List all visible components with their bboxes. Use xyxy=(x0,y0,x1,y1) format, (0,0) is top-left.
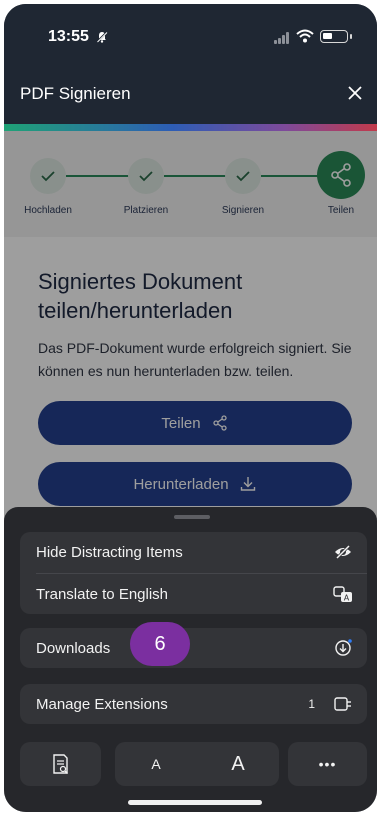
more-options-button[interactable]: ••• xyxy=(288,742,367,786)
mute-bell-icon xyxy=(96,31,108,43)
wifi-icon xyxy=(296,29,314,43)
brand-gradient-bar xyxy=(4,124,377,131)
hide-distracting-items-item[interactable]: Hide Distracting Items xyxy=(20,532,367,572)
font-small-label: A xyxy=(151,756,161,772)
tutorial-step-badge: 6 xyxy=(130,622,190,666)
battery-icon xyxy=(320,30,352,43)
more-icon: ••• xyxy=(318,756,337,772)
hide-distracting-label: Hide Distracting Items xyxy=(36,544,183,561)
reader-mode-button[interactable] xyxy=(20,742,101,786)
reader-document-icon xyxy=(52,754,68,774)
manage-extensions-label: Manage Extensions xyxy=(36,696,168,713)
download-circle-icon xyxy=(335,639,352,656)
extension-plug-icon xyxy=(334,697,351,711)
eye-slash-icon xyxy=(335,544,351,560)
menu-group-page: Hide Distracting Items Translate to Engl… xyxy=(20,532,367,614)
home-indicator[interactable] xyxy=(128,800,262,805)
downloads-item[interactable]: Downloads xyxy=(20,628,367,668)
close-icon[interactable] xyxy=(346,84,364,102)
translate-label: Translate to English xyxy=(36,586,169,603)
font-large-label: A xyxy=(231,752,245,775)
menu-group-extensions: Manage Extensions 1 xyxy=(20,684,367,724)
translate-icon: A xyxy=(333,586,352,603)
downloads-label: Downloads xyxy=(36,640,111,657)
font-size-decrease-button[interactable]: A xyxy=(115,742,197,786)
extensions-count: 1 xyxy=(308,697,315,711)
font-size-increase-button[interactable]: A xyxy=(197,742,279,786)
svg-text:A: A xyxy=(344,594,350,603)
phone-screen: 13:55 PDF Signieren Hochladen Platzieren… xyxy=(4,4,377,812)
status-bar: 13:55 xyxy=(4,4,377,66)
page-title: PDF Signieren xyxy=(20,84,131,103)
manage-extensions-item[interactable]: Manage Extensions 1 xyxy=(20,684,367,724)
menu-group-downloads: Downloads xyxy=(20,628,367,668)
translate-item[interactable]: Translate to English A xyxy=(20,574,367,614)
sheet-grabber[interactable] xyxy=(174,515,210,519)
app-header: PDF Signieren xyxy=(4,66,377,124)
browser-menu-sheet: Hide Distracting Items Translate to Engl… xyxy=(4,507,377,812)
status-time: 13:55 xyxy=(48,28,89,45)
